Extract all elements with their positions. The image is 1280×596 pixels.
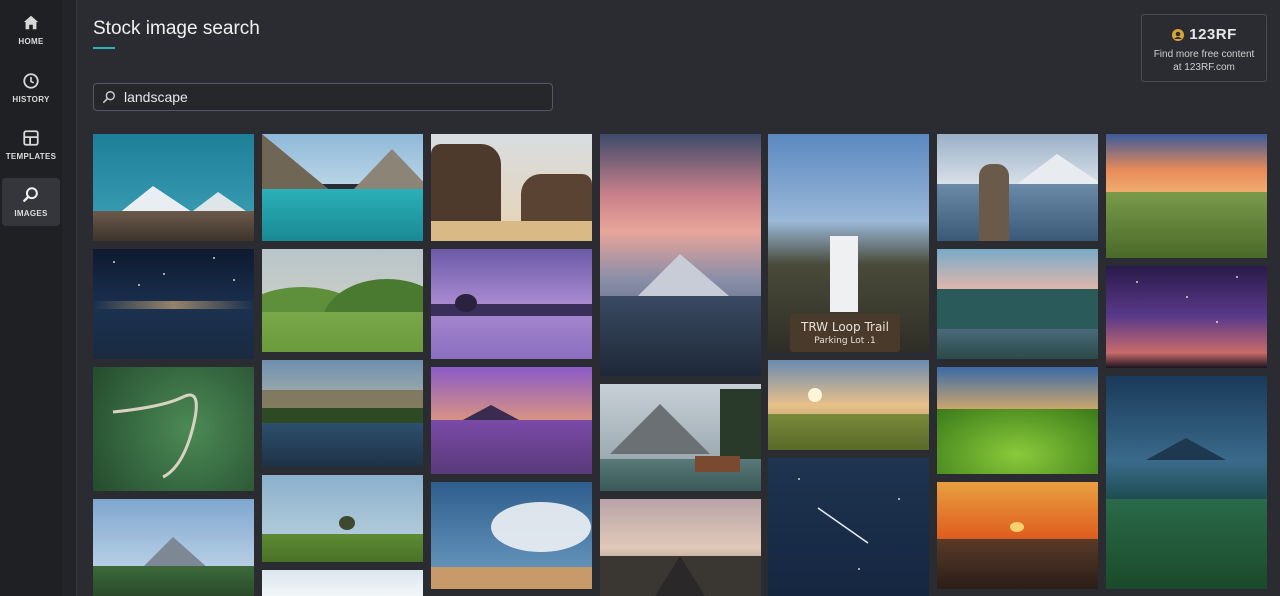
image-shooting-star[interactable] [768, 458, 929, 596]
trail-sign-line1: TRW Loop Trail [801, 320, 889, 334]
image-milk-carton-trail-sign[interactable]: TRW Loop Trail Parking Lot .1 [768, 134, 929, 352]
image-desert-rocks[interactable] [431, 134, 592, 241]
search-input[interactable] [122, 88, 546, 106]
image-green-hills[interactable] [262, 249, 423, 352]
image-mountain-lake-trees[interactable] [262, 360, 423, 467]
image-winding-road-forest[interactable] [93, 367, 254, 491]
promo-logo: 123RF [1142, 26, 1266, 43]
meteor-streak [817, 507, 869, 544]
image-turquoise-lake-boat[interactable] [262, 134, 423, 241]
nav-item-history[interactable]: HISTORY [2, 64, 60, 112]
sidebar: HOME HISTORY TEMPLATES IMAGES [0, 0, 62, 596]
nav-item-templates[interactable]: TEMPLATES [2, 121, 60, 169]
promo-text-line1: Find more free content [1153, 49, 1255, 60]
promo-box-123rf[interactable]: 123RF Find more free content at 123RF.co… [1141, 14, 1267, 82]
image-yosemite-forest[interactable] [937, 249, 1098, 359]
templates-icon [23, 130, 39, 146]
nav-item-home[interactable]: HOME [2, 6, 60, 54]
image-orange-sunset[interactable] [937, 482, 1098, 589]
sidebar-divider [62, 0, 77, 596]
image-pink-sky-mountains[interactable] [600, 134, 761, 376]
image-road-horizon[interactable] [600, 499, 761, 596]
promo-text-line2: at 123RF.com [1173, 62, 1235, 73]
page-title: Stock image search [93, 18, 260, 39]
image-sunset-rolling-hills[interactable] [1106, 134, 1267, 258]
promo-text: Find more free content at 123RF.com [1142, 48, 1266, 74]
image-lake-cabin[interactable] [600, 384, 761, 491]
image-snowy-mountains[interactable] [93, 134, 254, 241]
image-lone-tree-field[interactable] [262, 475, 423, 562]
home-icon [23, 15, 39, 30]
title-underline [93, 47, 115, 49]
image-volcano-night-field[interactable] [1106, 376, 1267, 589]
123rf-logo-icon [1172, 28, 1185, 41]
image-purple-galaxy[interactable] [1106, 266, 1267, 368]
nav-label-home: HOME [18, 37, 44, 46]
main-panel: Stock image search 123RF Find more free … [77, 0, 1280, 596]
image-woman-mountain-lake[interactable] [937, 134, 1098, 241]
image-green-circle-field[interactable] [937, 367, 1098, 474]
image-alpine-valley[interactable] [93, 499, 254, 596]
search-box [93, 83, 553, 111]
image-sunset-meadow[interactable] [768, 360, 929, 450]
history-icon [23, 73, 39, 89]
trail-sign-line2: Parking Lot .1 [814, 336, 876, 346]
image-purple-lake-tree[interactable] [431, 249, 592, 359]
image-night-lake[interactable] [93, 249, 254, 359]
road-curve [112, 393, 198, 479]
nav-label-history: HISTORY [12, 95, 50, 104]
nav-label-images: IMAGES [14, 209, 48, 218]
promo-logo-text: 123RF [1189, 26, 1237, 43]
search-icon [102, 91, 115, 104]
nav-label-templates: TEMPLATES [5, 152, 57, 161]
nav-item-images[interactable]: IMAGES [2, 178, 60, 226]
search-icon [23, 187, 38, 203]
image-lavender-sunset[interactable] [431, 367, 592, 474]
image-bright-sky[interactable] [262, 570, 423, 596]
image-clouds-snow-peak[interactable] [431, 482, 592, 589]
